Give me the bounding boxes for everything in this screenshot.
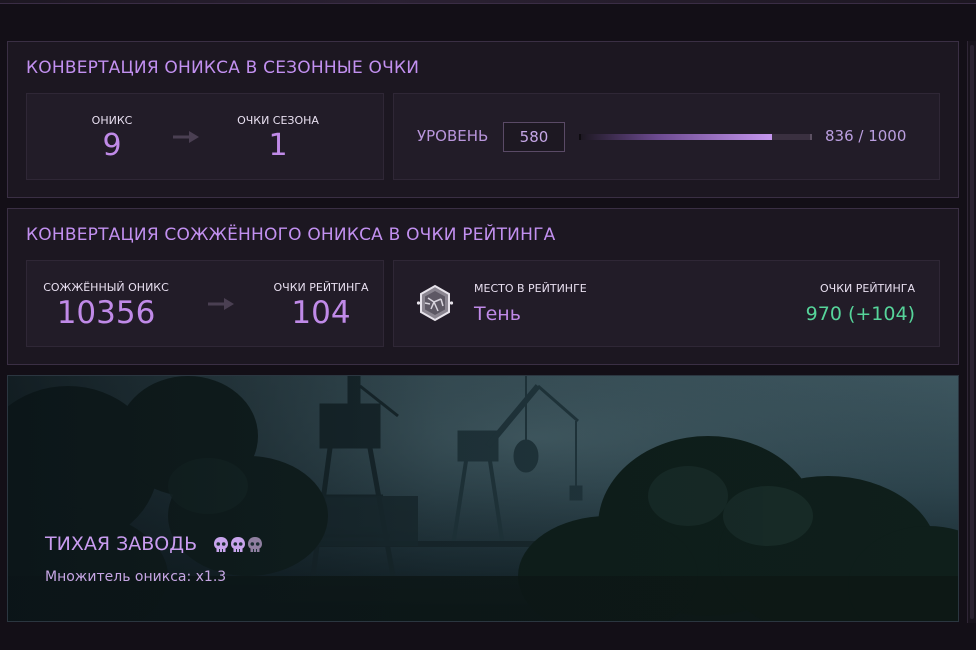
cracked-stone-emblem-icon bbox=[416, 284, 454, 322]
burned-onyx-value: 10356 bbox=[56, 295, 156, 331]
map-name: ТИХАЯ ЗАВОДЬ bbox=[45, 533, 198, 555]
level-progress-bar bbox=[579, 134, 812, 140]
rating-points-value: 104 bbox=[291, 295, 351, 331]
map-background-image bbox=[8, 376, 958, 621]
rank-name: Тень bbox=[474, 303, 521, 325]
total-rating-value: 970 (+104) bbox=[805, 303, 915, 325]
onyx-multiplier: Множитель оникса: x1.3 bbox=[45, 569, 227, 585]
rank-place-label: МЕСТО В РЕЙТИНГЕ bbox=[474, 282, 587, 295]
map-card[interactable]: ТИХАЯ ЗАВОДЬ Множитель оникса: x1.3 bbox=[7, 375, 959, 622]
panel-title: КОНВЕРТАЦИЯ ОНИКСА В СЕЗОННЫЕ ОЧКИ bbox=[26, 58, 420, 78]
scrollbar[interactable] bbox=[967, 41, 976, 623]
burned-conversion-box: СОЖЖЁННЫЙ ОНИКС 10356 ОЧКИ РЕЙТИНГА 104 bbox=[26, 260, 384, 347]
rank-box: МЕСТО В РЕЙТИНГЕ Тень ОЧКИ РЕЙТИНГА 970 … bbox=[393, 260, 940, 347]
burned-onyx-stat: СОЖЖЁННЫЙ ОНИКС 10356 bbox=[41, 281, 171, 329]
total-rating-label: ОЧКИ РЕЙТИНГА bbox=[820, 282, 915, 295]
skull-icon bbox=[231, 537, 245, 552]
arrow-right-icon bbox=[173, 131, 199, 143]
arrow-right-icon bbox=[208, 298, 234, 310]
burned-conversion-panel: КОНВЕРТАЦИЯ СОЖЖЁННОГО ОНИКСА В ОЧКИ РЕЙ… bbox=[7, 208, 959, 365]
level-progress-text: 836 / 1000 bbox=[825, 127, 907, 145]
level-box-container: УРОВЕНЬ 580 836 / 1000 bbox=[393, 93, 940, 180]
season-points-stat: ОЧКИ СЕЗОНА 1 bbox=[223, 114, 333, 161]
onyx-value: 9 bbox=[102, 128, 122, 163]
level-label: УРОВЕНЬ bbox=[417, 127, 489, 145]
panel-title: КОНВЕРТАЦИЯ СОЖЖЁННОГО ОНИКСА В ОЧКИ РЕЙ… bbox=[26, 225, 556, 245]
burned-onyx-label: СОЖЖЁННЫЙ ОНИКС bbox=[43, 281, 169, 294]
difficulty-indicator bbox=[213, 536, 264, 558]
rating-points-stat: ОЧКИ РЕЙТИНГА 104 bbox=[263, 281, 379, 329]
skull-icon bbox=[248, 537, 262, 552]
rating-points-label: ОЧКИ РЕЙТИНГА bbox=[273, 281, 369, 294]
season-points-label: ОЧКИ СЕЗОНА bbox=[237, 114, 319, 127]
scrollbar-thumb[interactable] bbox=[970, 45, 974, 619]
onyx-conversion-panel: КОНВЕРТАЦИЯ ОНИКСА В СЕЗОННЫЕ ОЧКИ ОНИКС… bbox=[7, 41, 959, 198]
level-progress-fill bbox=[581, 134, 773, 140]
season-points-value: 1 bbox=[268, 128, 288, 163]
level-value: 580 bbox=[503, 122, 565, 152]
onyx-conversion-box: ОНИКС 9 ОЧКИ СЕЗОНА 1 bbox=[26, 93, 384, 180]
onyx-stat: ОНИКС 9 bbox=[72, 114, 152, 161]
top-border bbox=[0, 0, 976, 4]
onyx-label: ОНИКС bbox=[91, 114, 133, 127]
skull-icon bbox=[214, 537, 228, 552]
